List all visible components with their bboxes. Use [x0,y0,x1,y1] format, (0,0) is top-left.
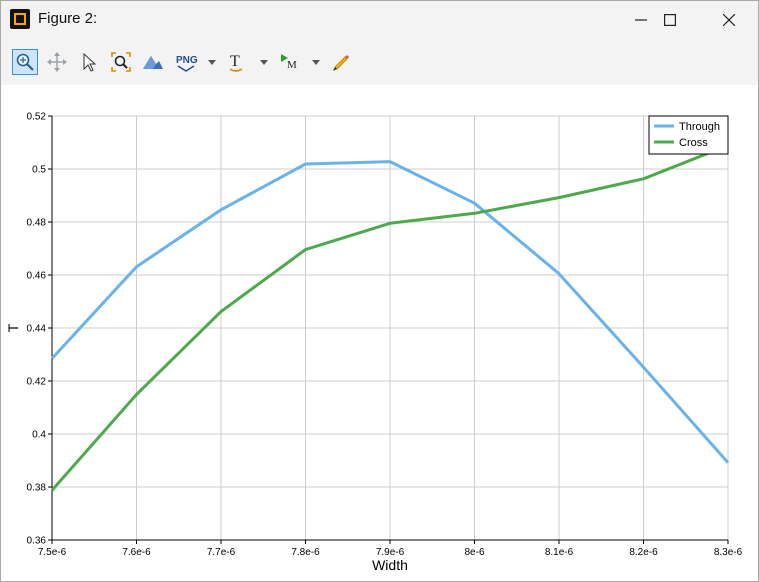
y-tick-label: 0.46 [27,271,47,282]
png-export-icon: PNG [176,55,216,72]
maximize-icon [664,14,676,26]
app-icon [10,9,30,29]
y-tick-label: 0.4 [32,430,46,441]
figure-toolbar: PNG T M [1,39,758,85]
zoom-fit-icon [111,52,131,72]
close-button[interactable] [700,1,758,39]
y-axis-title: T [5,323,21,332]
x-tick-label: 7.7e-6 [207,547,236,558]
pan-icon [47,52,67,72]
mountain-button[interactable] [140,49,166,75]
marker-tool-button[interactable]: M [276,49,324,75]
select-pointer-icon [83,52,97,72]
maximize-button[interactable] [641,1,699,39]
x-tick-label: 8.1e-6 [545,547,574,558]
line-chart[interactable]: 0.36 0.38 0.4 0.42 0.44 0.46 0.48 0.5 0.52 7.5e-6… [1,85,758,581]
x-tick-label: 7.8e-6 [291,547,320,558]
x-axis-title: Width [372,557,408,573]
x-tick-label: 7.6e-6 [122,547,151,558]
close-icon [723,14,735,26]
marker-tool-icon: M [281,54,320,71]
x-tick-label: 8.3e-6 [714,547,743,558]
chart-area[interactable]: 0.36 0.38 0.4 0.42 0.44 0.46 0.48 0.5 0.52 7.5e-6… [1,85,758,581]
x-tick-label: 8e-6 [464,547,484,558]
svg-text:PNG: PNG [176,55,198,66]
y-tick-label: 0.52 [27,112,47,123]
legend-label: Cross [679,137,708,149]
figure-window: Figure 2: PNG T M 0.36 0.38 0.4 0.42 0.4… [0,0,759,582]
zoom-icon [16,53,34,71]
pencil-icon [333,55,349,71]
y-tick-label: 0.42 [27,377,47,388]
legend-label: Through [679,121,720,133]
y-tick-label: 0.5 [32,165,46,176]
zoom-button[interactable] [12,49,38,75]
select-button[interactable] [76,49,102,75]
text-tool-button[interactable]: T [224,49,272,75]
y-tick-label: 0.44 [27,324,47,335]
title-bar[interactable]: Figure 2: [1,1,758,39]
pencil-button[interactable] [328,49,354,75]
x-tick-label: 8.2e-6 [629,547,658,558]
mountain-3d-icon [143,56,163,69]
y-tick-label: 0.36 [27,536,47,547]
text-tool-icon: T [229,53,268,72]
pan-button[interactable] [44,49,70,75]
y-tick-label: 0.48 [27,218,47,229]
y-tick-label: 0.38 [27,483,47,494]
x-tick-label: 7.5e-6 [38,547,67,558]
zoom-fit-button[interactable] [108,49,134,75]
svg-text:M: M [287,59,297,71]
window-title: Figure 2: [38,10,98,27]
png-export-button[interactable]: PNG [172,49,220,75]
svg-text:T: T [230,53,240,70]
